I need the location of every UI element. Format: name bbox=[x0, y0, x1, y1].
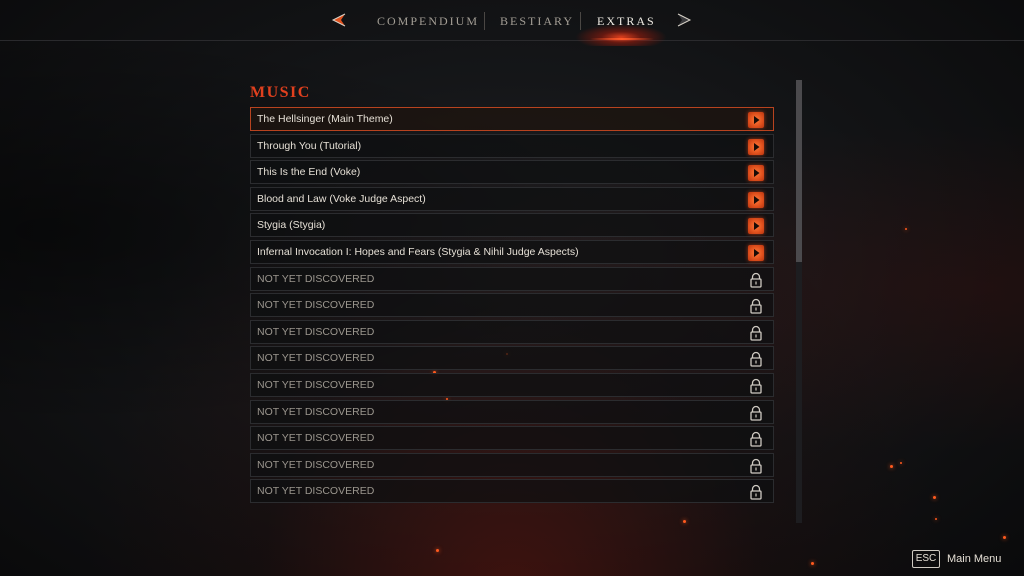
locked-track-row[interactable]: NOT YET DISCOVERED bbox=[250, 399, 774, 424]
tab-divider bbox=[580, 12, 581, 30]
ember-particle bbox=[900, 462, 902, 464]
play-icon[interactable] bbox=[748, 244, 764, 261]
locked-track-row[interactable]: NOT YET DISCOVERED bbox=[250, 293, 774, 318]
track-row[interactable]: The Hellsinger (Main Theme) bbox=[250, 107, 774, 131]
section-title: MUSIC bbox=[250, 84, 311, 101]
locked-track-row[interactable]: NOT YET DISCOVERED bbox=[250, 346, 774, 371]
track-label: Blood and Law (Voke Judge Aspect) bbox=[257, 192, 426, 205]
track-row[interactable]: This Is the End (Voke) bbox=[250, 160, 774, 185]
lock-icon bbox=[748, 378, 764, 394]
lock-icon bbox=[748, 431, 764, 447]
track-label: NOT YET DISCOVERED bbox=[257, 272, 375, 285]
track-label: NOT YET DISCOVERED bbox=[257, 405, 375, 418]
locked-track-row[interactable]: NOT YET DISCOVERED bbox=[250, 266, 774, 291]
track-label: Through You (Tutorial) bbox=[257, 139, 362, 152]
music-track-list: The Hellsinger (Main Theme) Through You … bbox=[250, 107, 774, 506]
locked-track-row[interactable]: NOT YET DISCOVERED bbox=[250, 319, 774, 344]
track-row[interactable]: Blood and Law (Voke Judge Aspect) bbox=[250, 186, 774, 211]
track-row[interactable]: Infernal Invocation I: Hopes and Fears (… bbox=[250, 239, 774, 264]
track-label: This Is the End (Voke) bbox=[257, 166, 361, 179]
track-label: NOT YET DISCOVERED bbox=[257, 378, 375, 391]
play-icon[interactable] bbox=[748, 138, 764, 155]
active-tab-underline bbox=[590, 38, 654, 40]
play-icon[interactable] bbox=[748, 218, 764, 235]
esc-key-button[interactable]: ESC bbox=[912, 550, 940, 568]
scrollbar-thumb[interactable] bbox=[796, 80, 802, 262]
lock-icon bbox=[748, 484, 764, 500]
locked-track-row[interactable]: NOT YET DISCOVERED bbox=[250, 426, 774, 451]
track-label: The Hellsinger (Main Theme) bbox=[257, 113, 393, 125]
lock-icon bbox=[748, 351, 764, 367]
track-row[interactable]: Stygia (Stygia) bbox=[250, 213, 774, 238]
ember-particle bbox=[811, 562, 814, 565]
play-icon[interactable] bbox=[748, 165, 764, 182]
track-label: NOT YET DISCOVERED bbox=[257, 485, 375, 498]
chevron-left-icon[interactable] bbox=[329, 12, 347, 28]
chevron-right-icon[interactable] bbox=[676, 12, 694, 28]
ember-particle bbox=[683, 520, 686, 523]
lock-icon bbox=[748, 298, 764, 314]
play-icon[interactable] bbox=[748, 191, 764, 208]
track-label: NOT YET DISCOVERED bbox=[257, 458, 375, 471]
lock-icon bbox=[748, 325, 764, 341]
track-label: NOT YET DISCOVERED bbox=[257, 352, 375, 365]
ember-particle bbox=[436, 549, 439, 552]
track-label: Stygia (Stygia) bbox=[257, 219, 326, 232]
play-icon[interactable] bbox=[748, 112, 764, 128]
track-label: NOT YET DISCOVERED bbox=[257, 432, 375, 445]
tab-extras[interactable]: EXTRAS bbox=[597, 13, 656, 29]
lock-icon bbox=[748, 458, 764, 474]
tab-divider bbox=[484, 12, 485, 30]
tab-bestiary[interactable]: BESTIARY bbox=[500, 13, 574, 29]
locked-track-row[interactable]: NOT YET DISCOVERED bbox=[250, 479, 774, 504]
track-label: Infernal Invocation I: Hopes and Fears (… bbox=[257, 245, 579, 258]
tab-compendium[interactable]: COMPENDIUM bbox=[377, 13, 479, 29]
track-label: NOT YET DISCOVERED bbox=[257, 325, 375, 338]
top-navigation: COMPENDIUM BESTIARY EXTRAS bbox=[0, 0, 1024, 46]
locked-track-row[interactable]: NOT YET DISCOVERED bbox=[250, 372, 774, 397]
track-label: NOT YET DISCOVERED bbox=[257, 299, 375, 312]
ember-particle bbox=[933, 496, 936, 499]
ember-particle bbox=[1003, 536, 1006, 539]
track-row[interactable]: Through You (Tutorial) bbox=[250, 133, 774, 158]
lock-icon bbox=[748, 272, 764, 288]
ember-particle bbox=[890, 465, 893, 468]
ember-particle bbox=[935, 518, 937, 520]
lock-icon bbox=[748, 405, 764, 421]
locked-track-row[interactable]: NOT YET DISCOVERED bbox=[250, 452, 774, 477]
ember-particle bbox=[905, 228, 907, 230]
main-menu-label[interactable]: Main Menu bbox=[947, 553, 1001, 565]
